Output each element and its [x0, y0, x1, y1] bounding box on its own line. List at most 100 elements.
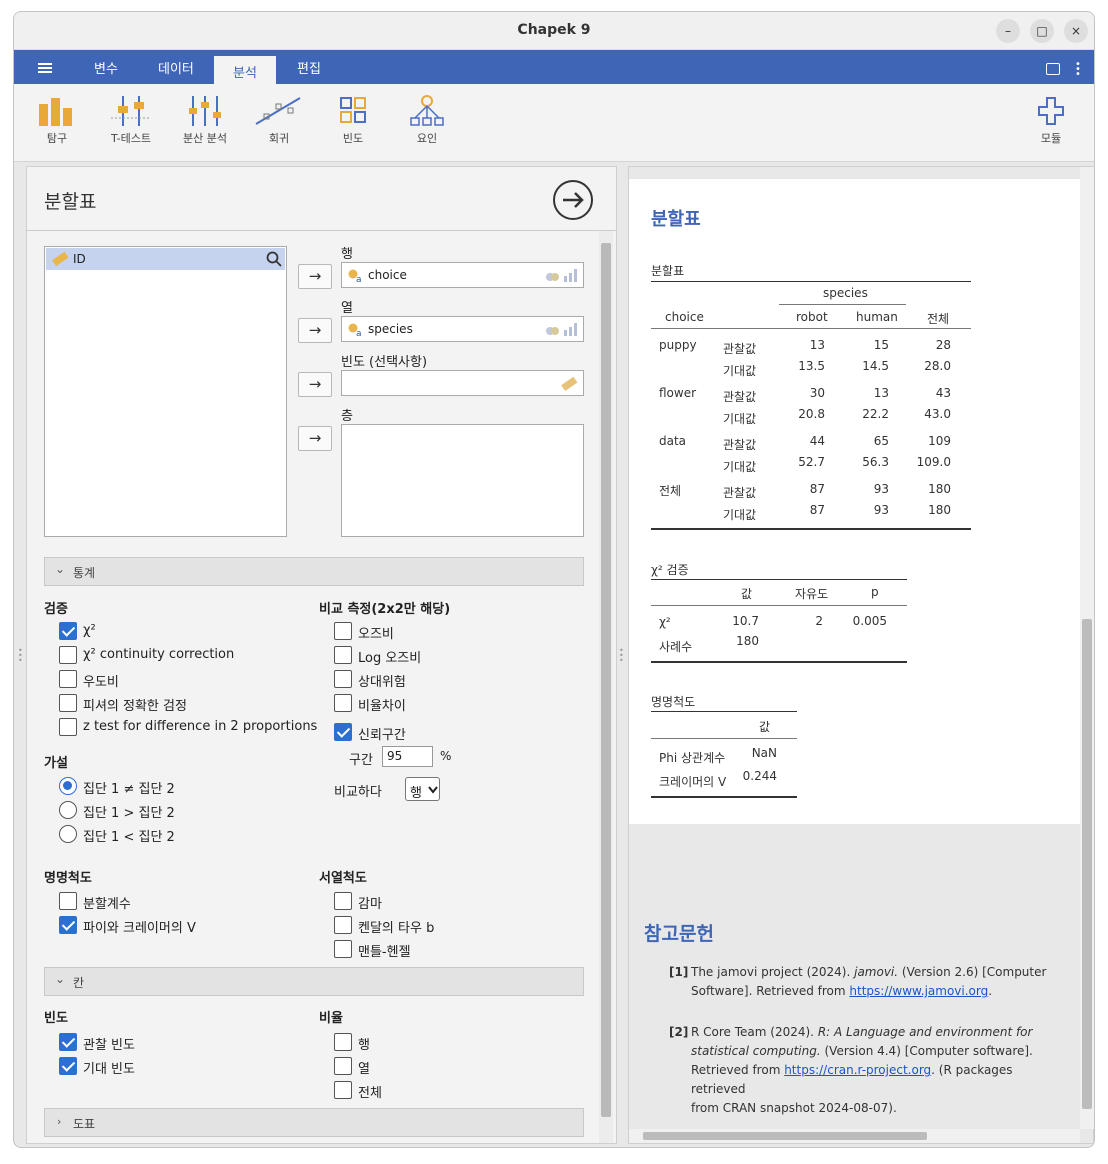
splitter-handle[interactable]: • • •	[619, 647, 624, 665]
layers-field[interactable]	[341, 424, 584, 537]
minimize-button[interactable]: –	[996, 19, 1020, 43]
test-label: χ²	[83, 623, 96, 638]
variable-list[interactable]: ID	[44, 246, 287, 537]
percentages-checkbox[interactable]	[334, 1033, 352, 1051]
test-label: z test for difference in 2 proportions	[83, 719, 318, 734]
reference-link[interactable]: https://cran.r-project.org	[784, 1063, 931, 1077]
percentages-checkbox[interactable]	[334, 1057, 352, 1075]
reference-link[interactable]: https://www.jamovi.org	[849, 984, 988, 998]
table-caption: 명명척도	[651, 695, 696, 709]
test-checkbox[interactable]	[59, 646, 77, 664]
anova-tool[interactable]: 분산 분석	[170, 94, 240, 146]
splitter-handle[interactable]: • • •	[18, 647, 23, 665]
table-cell: 0.244	[742, 769, 777, 783]
counts-label: 기대 빈도	[83, 1062, 135, 1077]
run-arrow-button[interactable]	[553, 180, 593, 220]
table-cell: 180	[928, 503, 951, 517]
nominal-checkbox[interactable]	[59, 916, 77, 934]
row-label: 사례수	[659, 640, 693, 654]
more-options-icon[interactable]: • • •	[1075, 60, 1081, 80]
search-icon[interactable]	[266, 251, 282, 267]
interval-input[interactable]: 95	[382, 746, 433, 767]
chevron-down-icon	[428, 786, 438, 794]
row-sublabel: 관찰값	[723, 438, 757, 452]
row-sublabel: 기대값	[723, 364, 757, 378]
tab-edit[interactable]: 편집	[297, 58, 321, 77]
percentages-checkbox[interactable]	[334, 1081, 352, 1099]
comparative-checkbox[interactable]	[334, 646, 352, 664]
hypothesis-radio[interactable]	[59, 801, 77, 819]
ordinal-checkbox[interactable]	[334, 940, 352, 958]
comparative-checkbox[interactable]	[334, 670, 352, 688]
tab-variables[interactable]: 변수	[94, 58, 118, 77]
hypothesis-header: 가설	[44, 756, 68, 771]
ttest-tool[interactable]: T-테스트	[96, 94, 166, 146]
plots-section-header[interactable]: › 도표	[44, 1108, 584, 1137]
comparative-checkbox[interactable]	[334, 694, 352, 712]
test-checkbox[interactable]	[59, 694, 77, 712]
row-sublabel: 관찰값	[723, 486, 757, 500]
column-header: 값	[759, 720, 771, 734]
table-cell: 22.2	[862, 407, 889, 421]
hypothesis-radio[interactable]	[59, 777, 77, 795]
ordinal-label: 켄달의 타우 b	[358, 921, 435, 936]
counts-field[interactable]	[341, 370, 584, 396]
regression-tool[interactable]: 회귀	[244, 94, 314, 146]
tab-data[interactable]: 데이터	[158, 58, 194, 77]
table-cell: 93	[873, 482, 889, 496]
tab-analyses[interactable]: 분석	[214, 56, 276, 84]
comparative-checkbox[interactable]	[334, 622, 352, 640]
frequencies-tool[interactable]: 빈도	[318, 94, 388, 146]
svg-text:a: a	[356, 275, 362, 282]
mode-toggle-icon[interactable]	[1046, 63, 1060, 75]
cells-section-header[interactable]: ⌄ 칸	[44, 967, 584, 996]
results-horizontal-scrollbar[interactable]	[629, 1129, 1080, 1143]
test-checkbox[interactable]	[59, 718, 77, 736]
counts-checkbox[interactable]	[59, 1057, 77, 1075]
tool-label: 빈도	[342, 132, 364, 145]
test-checkbox[interactable]	[59, 622, 77, 640]
ordinal-header: 서열척도	[319, 871, 367, 886]
comparative-label: 오즈비	[358, 627, 394, 642]
options-scrollbar[interactable]	[599, 231, 613, 1143]
section-title: 도표	[73, 1117, 96, 1131]
comparative-header: 비교 측정(2x2만 해당)	[319, 602, 451, 617]
results-vertical-scrollbar[interactable]	[1080, 167, 1094, 1129]
exploration-tool[interactable]: 탐구	[22, 94, 92, 146]
table-cell: 180	[736, 634, 759, 648]
regression-icon	[244, 94, 314, 128]
rows-field[interactable]: a choice	[341, 262, 584, 288]
ordinal-checkbox[interactable]	[334, 916, 352, 934]
modules-tool[interactable]: 모듈	[1016, 94, 1086, 146]
confidence-interval-checkbox[interactable]	[334, 723, 352, 741]
move-to-counts-button[interactable]: →	[298, 372, 332, 397]
hypothesis-radio[interactable]	[59, 825, 77, 843]
nominal-checkbox[interactable]	[59, 892, 77, 910]
close-button[interactable]: ×	[1064, 19, 1088, 43]
move-to-layers-button[interactable]: →	[298, 426, 332, 451]
counts-checkbox[interactable]	[59, 1033, 77, 1051]
columns-variable: species	[368, 322, 413, 336]
move-to-columns-button[interactable]: →	[298, 318, 332, 343]
menu-bar: 변수 데이터 분석 편집 • • •	[14, 50, 1094, 84]
factor-tool[interactable]: 요인	[392, 94, 462, 146]
compare-select[interactable]: 행	[405, 777, 440, 801]
move-to-rows-button[interactable]: →	[298, 264, 332, 289]
maximize-button[interactable]: □	[1030, 19, 1054, 43]
statistics-section-header[interactable]: ⌄ 통계	[44, 557, 584, 586]
chevron-right-icon: ›	[57, 1115, 62, 1128]
hamburger-menu-icon[interactable]	[38, 63, 52, 73]
column-header: p	[871, 585, 879, 599]
columns-field[interactable]: a species	[341, 316, 584, 342]
row-header: choice	[665, 310, 704, 324]
row-sublabel: 관찰값	[723, 390, 757, 404]
table-cell: 2	[815, 614, 823, 628]
list-item[interactable]: ID	[46, 248, 285, 270]
table-cell: 13	[873, 386, 889, 400]
row-label: 전체	[659, 484, 682, 498]
row-label: 크레이머의 V	[659, 775, 727, 789]
ordinal-checkbox[interactable]	[334, 892, 352, 910]
column-header: 전체	[927, 312, 950, 326]
test-checkbox[interactable]	[59, 670, 77, 688]
chevron-down-icon: ⌄	[55, 972, 66, 986]
